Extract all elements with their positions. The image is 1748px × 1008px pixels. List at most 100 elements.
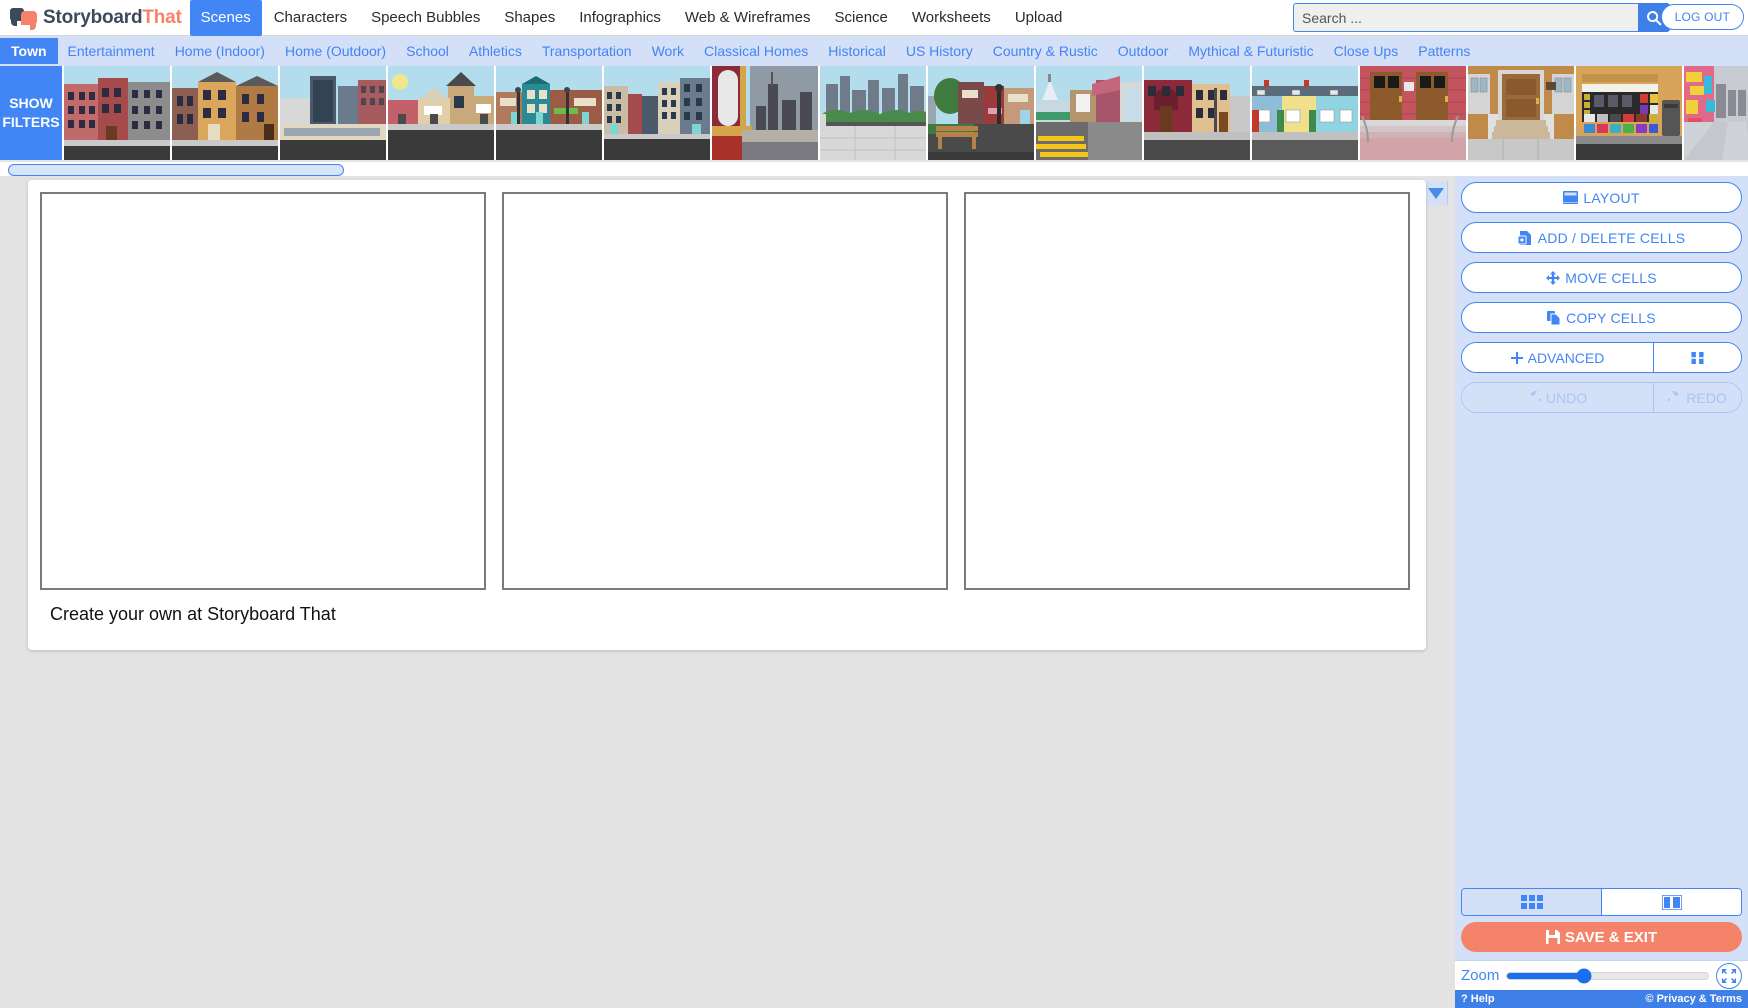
- undo-button[interactable]: UNDO: [1462, 383, 1653, 412]
- nav-tab-infographics[interactable]: Infographics: [567, 1, 673, 35]
- show-filters-label-line1: SHOW: [9, 95, 53, 111]
- help-link[interactable]: ? Help: [1461, 993, 1495, 1005]
- search-area: [1293, 3, 1670, 32]
- advanced-row: ADVANCED: [1461, 342, 1742, 373]
- fit-screen-icon: [1722, 968, 1736, 983]
- nav-tab-shapes[interactable]: Shapes: [492, 1, 567, 35]
- panel-bottom-section: SAVE & EXIT Zoom ? Help © Privacy & Term…: [1455, 888, 1748, 1008]
- view-mode-toggle: [1461, 888, 1742, 916]
- zoom-control-row: Zoom: [1455, 960, 1748, 990]
- storyboard-cell-1[interactable]: [40, 192, 486, 590]
- category-patterns[interactable]: Patterns: [1408, 39, 1480, 63]
- logout-button[interactable]: LOG OUT: [1660, 4, 1744, 30]
- scene-thumb-suburban-shops-daytime[interactable]: [388, 66, 494, 160]
- privacy-label: Privacy & Terms: [1656, 993, 1742, 1005]
- top-nav-items: Scenes Characters Speech Bubbles Shapes …: [189, 0, 1075, 36]
- scene-thumb-window-view-skyline[interactable]: [712, 66, 818, 160]
- category-work[interactable]: Work: [642, 39, 694, 63]
- scene-thumb-colorful-row-houses[interactable]: [1252, 66, 1358, 160]
- copyright-icon: ©: [1645, 993, 1654, 1005]
- category-country-rustic[interactable]: Country & Rustic: [983, 39, 1108, 63]
- thumbnail-scrollbar-thumb[interactable]: [8, 164, 344, 176]
- scene-thumb-downtown-modern-buildings[interactable]: [280, 66, 386, 160]
- privacy-terms-link[interactable]: © Privacy & Terms: [1645, 993, 1742, 1005]
- tools-right-panel: LAYOUT ADD / DELETE CELLS MOVE CELLS COP…: [1455, 176, 1748, 1008]
- question-icon: ?: [1461, 993, 1468, 1005]
- scene-thumb-wooden-front-door-steps[interactable]: [1468, 66, 1574, 160]
- category-close-ups[interactable]: Close Ups: [1324, 39, 1409, 63]
- scene-thumb-main-street-storefronts[interactable]: [496, 66, 602, 160]
- zoom-slider-fill: [1507, 972, 1584, 979]
- advanced-button[interactable]: ADVANCED: [1462, 343, 1653, 372]
- redo-arrow-icon: [1668, 391, 1681, 404]
- save-and-exit-label: SAVE & EXIT: [1564, 928, 1658, 946]
- copy-icon: [1547, 310, 1561, 325]
- nav-tab-web-wireframes[interactable]: Web & Wireframes: [673, 1, 823, 35]
- category-town[interactable]: Town: [0, 38, 58, 64]
- scene-thumb-town-houses-corner[interactable]: [1144, 66, 1250, 160]
- show-filters-button[interactable]: SHOW FILTERS: [0, 66, 62, 160]
- zoom-slider-knob[interactable]: [1576, 968, 1592, 983]
- grid-view-button[interactable]: [1462, 889, 1601, 915]
- fit-to-screen-button[interactable]: [1716, 962, 1742, 989]
- scene-thumb-city-brick-apartments[interactable]: [64, 66, 170, 160]
- layout-button-label: LAYOUT: [1583, 189, 1640, 206]
- category-entertainment[interactable]: Entertainment: [58, 39, 165, 63]
- magnifier-icon: [1647, 10, 1662, 25]
- storyboard-cell-2[interactable]: [502, 192, 948, 590]
- undo-label: UNDO: [1545, 389, 1588, 406]
- nav-tab-upload[interactable]: Upload: [1003, 1, 1075, 35]
- search-input[interactable]: [1293, 3, 1638, 32]
- triangle-down-icon[interactable]: [1427, 187, 1444, 199]
- move-cells-button[interactable]: MOVE CELLS: [1461, 262, 1742, 293]
- brand-logo-text: StoryboardThat: [43, 7, 182, 29]
- category-home-outdoor[interactable]: Home (Outdoor): [275, 39, 396, 63]
- thumbnail-scrollbar-track[interactable]: [4, 163, 1744, 176]
- puzzle-icon: [1690, 351, 1705, 365]
- scene-thumbnail-strip: SHOW FILTERS: [0, 66, 1748, 160]
- save-and-exit-button[interactable]: SAVE & EXIT: [1461, 922, 1742, 952]
- category-outdoor[interactable]: Outdoor: [1108, 39, 1179, 63]
- nav-tab-science[interactable]: Science: [823, 1, 900, 35]
- move-arrows-icon: [1546, 270, 1561, 285]
- category-school[interactable]: School: [396, 39, 459, 63]
- scene-thumb-red-brick-double-doors[interactable]: [1360, 66, 1466, 160]
- scene-thumb-rooftop-city-skyline[interactable]: [820, 66, 926, 160]
- scene-thumb-park-bench-sidewalk[interactable]: [928, 66, 1034, 160]
- copy-cells-label: COPY CELLS: [1566, 309, 1656, 326]
- nav-tab-scenes[interactable]: Scenes: [189, 0, 262, 36]
- category-transportation[interactable]: Transportation: [532, 39, 642, 63]
- copy-cells-button[interactable]: COPY CELLS: [1461, 302, 1742, 333]
- category-us-history[interactable]: US History: [896, 39, 983, 63]
- brand-logo[interactable]: StoryboardThat: [0, 7, 190, 30]
- nav-tab-speech-bubbles[interactable]: Speech Bubbles: [359, 1, 492, 35]
- storyboard-cell-3[interactable]: [964, 192, 1410, 590]
- storyboard-cells: [40, 192, 1414, 590]
- move-cells-label: MOVE CELLS: [1565, 269, 1657, 286]
- plus-icon: [1510, 351, 1523, 364]
- add-delete-cells-button[interactable]: ADD / DELETE CELLS: [1461, 222, 1742, 253]
- category-athletics[interactable]: Athletics: [459, 39, 532, 63]
- nav-tab-worksheets[interactable]: Worksheets: [900, 1, 1003, 35]
- redo-button[interactable]: REDO: [1653, 383, 1741, 412]
- category-mythical-futuristic[interactable]: Mythical & Futuristic: [1178, 39, 1323, 63]
- storyboard-creator-app: StoryboardThat Scenes Characters Speech …: [0, 0, 1748, 1008]
- scene-thumb-brownstone-row-houses[interactable]: [172, 66, 278, 160]
- category-home-indoor[interactable]: Home (Indoor): [165, 39, 275, 63]
- undo-arrow-icon: [1528, 391, 1541, 404]
- layout-button[interactable]: LAYOUT: [1461, 182, 1742, 213]
- zoom-slider[interactable]: [1506, 968, 1709, 983]
- scene-category-bar: Town Entertainment Home (Indoor) Home (O…: [0, 36, 1748, 66]
- scene-thumb-newsstand-kiosk[interactable]: [1576, 66, 1682, 160]
- advanced-puzzle-button[interactable]: [1653, 343, 1741, 372]
- show-filters-label-line2: FILTERS: [2, 114, 60, 130]
- category-classical-homes[interactable]: Classical Homes: [694, 39, 818, 63]
- scene-thumb-neon-alley-street[interactable]: [1684, 66, 1748, 160]
- column-view-button[interactable]: [1601, 889, 1741, 915]
- scene-thumb-city-street-intersection[interactable]: [604, 66, 710, 160]
- category-historical[interactable]: Historical: [818, 39, 896, 63]
- floppy-save-icon: [1545, 930, 1560, 944]
- panel-footer-bar: ? Help © Privacy & Terms: [1455, 990, 1748, 1008]
- scene-thumb-crosswalk-shop-corner[interactable]: [1036, 66, 1142, 160]
- nav-tab-characters[interactable]: Characters: [262, 1, 359, 35]
